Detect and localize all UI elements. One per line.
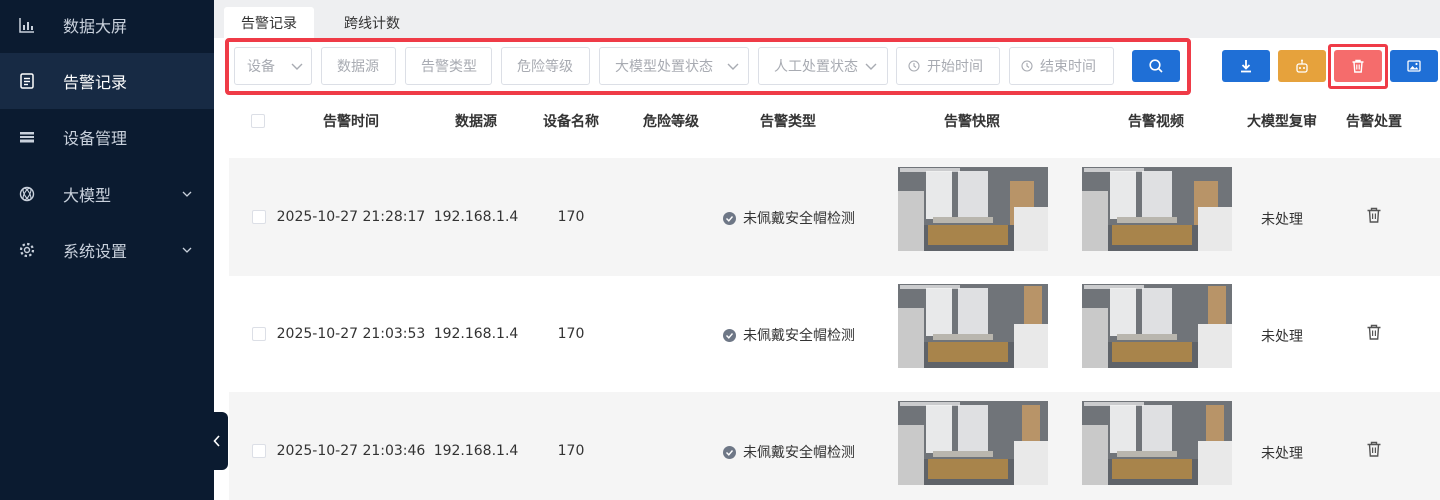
sidebar-item-devices[interactable]: 设备管理 [0, 109, 214, 165]
alert-snapshot[interactable] [898, 167, 1048, 251]
tab-alert-records[interactable]: 告警记录 [224, 7, 314, 38]
manual-status-select[interactable]: 人工处置状态 [758, 47, 888, 85]
llm-review-status: 未处理 [1261, 329, 1303, 345]
end-time-picker[interactable]: 结束时间 [1009, 47, 1114, 85]
sidebar-item-label: 数据大屏 [63, 17, 128, 36]
end-time-placeholder: 结束时间 [1040, 59, 1096, 75]
sidebar-item-alerts[interactable]: 告警记录 [0, 53, 214, 109]
header-alert-time: 告警时间 [323, 114, 379, 130]
sidebar-item-llm[interactable]: 大模型 [0, 166, 214, 222]
chevron-left-icon [213, 435, 220, 447]
sidebar-collapse-button[interactable] [206, 412, 228, 470]
robot-icon [1296, 59, 1308, 73]
llm-status-placeholder: 大模型处置状态 [615, 59, 713, 75]
row-checkbox[interactable] [252, 327, 266, 341]
chevron-down-icon [727, 63, 739, 70]
device-select-placeholder: 设备 [247, 59, 275, 75]
snapshot-image [898, 401, 1048, 485]
clock-icon [1021, 60, 1033, 72]
device-name: 170 [557, 443, 585, 459]
bar-chart-icon [18, 16, 36, 34]
alert-snapshot[interactable] [898, 401, 1048, 485]
llm-review-status: 未处理 [1261, 212, 1303, 228]
alert-type-placeholder: 告警类型 [421, 59, 477, 75]
chevron-down-icon [182, 247, 192, 253]
chevron-down-icon [865, 63, 877, 70]
delete-highlight-frame [1328, 44, 1388, 89]
sidebar-item-label: 告警记录 [63, 73, 128, 92]
download-button[interactable] [1222, 50, 1270, 82]
device-select[interactable]: 设备 [234, 47, 312, 85]
llm-status-select[interactable]: 大模型处置状态 [599, 47, 749, 85]
trash-icon[interactable] [1365, 440, 1383, 458]
alert-type-label: 未佩戴安全帽检测 [743, 211, 855, 227]
row-checkbox[interactable] [252, 210, 266, 224]
alert-type-input[interactable]: 告警类型 [405, 47, 492, 85]
header-alert-type: 告警类型 [760, 114, 816, 130]
check-circle-icon [723, 211, 736, 225]
alert-type: 未佩戴安全帽检测 [723, 442, 855, 462]
llm-review-status: 未处理 [1261, 446, 1303, 462]
image-view-button[interactable] [1390, 50, 1438, 82]
sidebar-item-dashboard[interactable]: 数据大屏 [0, 0, 214, 53]
chevron-down-icon [182, 191, 192, 197]
gear-icon [18, 241, 36, 259]
alert-snapshot[interactable] [898, 284, 1048, 368]
data-source-placeholder: 数据源 [337, 59, 379, 75]
data-source-input[interactable]: 数据源 [321, 47, 396, 85]
start-time-picker[interactable]: 开始时间 [896, 47, 1000, 85]
danger-level-input[interactable]: 危险等级 [501, 47, 590, 85]
trash-icon[interactable] [1365, 206, 1383, 224]
alert-type-label: 未佩戴安全帽检测 [743, 445, 855, 461]
sidebar-item-settings[interactable]: 系统设置 [0, 222, 214, 278]
download-icon [1241, 60, 1251, 73]
trash-icon[interactable] [1365, 323, 1383, 341]
header-video: 告警视频 [1128, 114, 1184, 130]
check-circle-icon [723, 328, 736, 342]
select-all-checkbox[interactable] [251, 114, 265, 128]
danger-level-placeholder: 危险等级 [517, 59, 573, 75]
search-button[interactable] [1132, 50, 1180, 82]
image-icon [1407, 60, 1421, 72]
snapshot-image [898, 284, 1048, 368]
chevron-down-icon [291, 63, 303, 70]
device-name: 170 [557, 326, 585, 342]
alert-type: 未佩戴安全帽检测 [723, 325, 855, 345]
check-circle-icon [723, 445, 736, 459]
header-action: 告警处置 [1346, 114, 1402, 130]
row-checkbox[interactable] [252, 444, 266, 458]
alert-type: 未佩戴安全帽检测 [723, 208, 855, 228]
sidebar: 数据大屏 告警记录 设备管理 大模型 系统设置 [0, 0, 214, 500]
alert-type-label: 未佩戴安全帽检测 [743, 328, 855, 344]
device-name: 170 [557, 209, 585, 225]
sidebar-item-label: 大模型 [63, 186, 112, 205]
manual-status-placeholder: 人工处置状态 [774, 59, 858, 75]
device-stack-icon [18, 128, 36, 146]
start-time-placeholder: 开始时间 [927, 59, 983, 75]
llm-review-button[interactable] [1278, 50, 1326, 82]
sidebar-item-label: 设备管理 [63, 129, 128, 148]
snapshot-image [898, 167, 1048, 251]
document-icon [18, 72, 36, 90]
header-snapshot: 告警快照 [944, 114, 1000, 130]
clock-icon [908, 60, 920, 72]
sidebar-item-label: 系统设置 [63, 242, 128, 261]
ai-model-icon [18, 185, 36, 203]
search-icon [1149, 59, 1163, 73]
tab-line-crossing[interactable]: 跨线计数 [327, 7, 417, 38]
